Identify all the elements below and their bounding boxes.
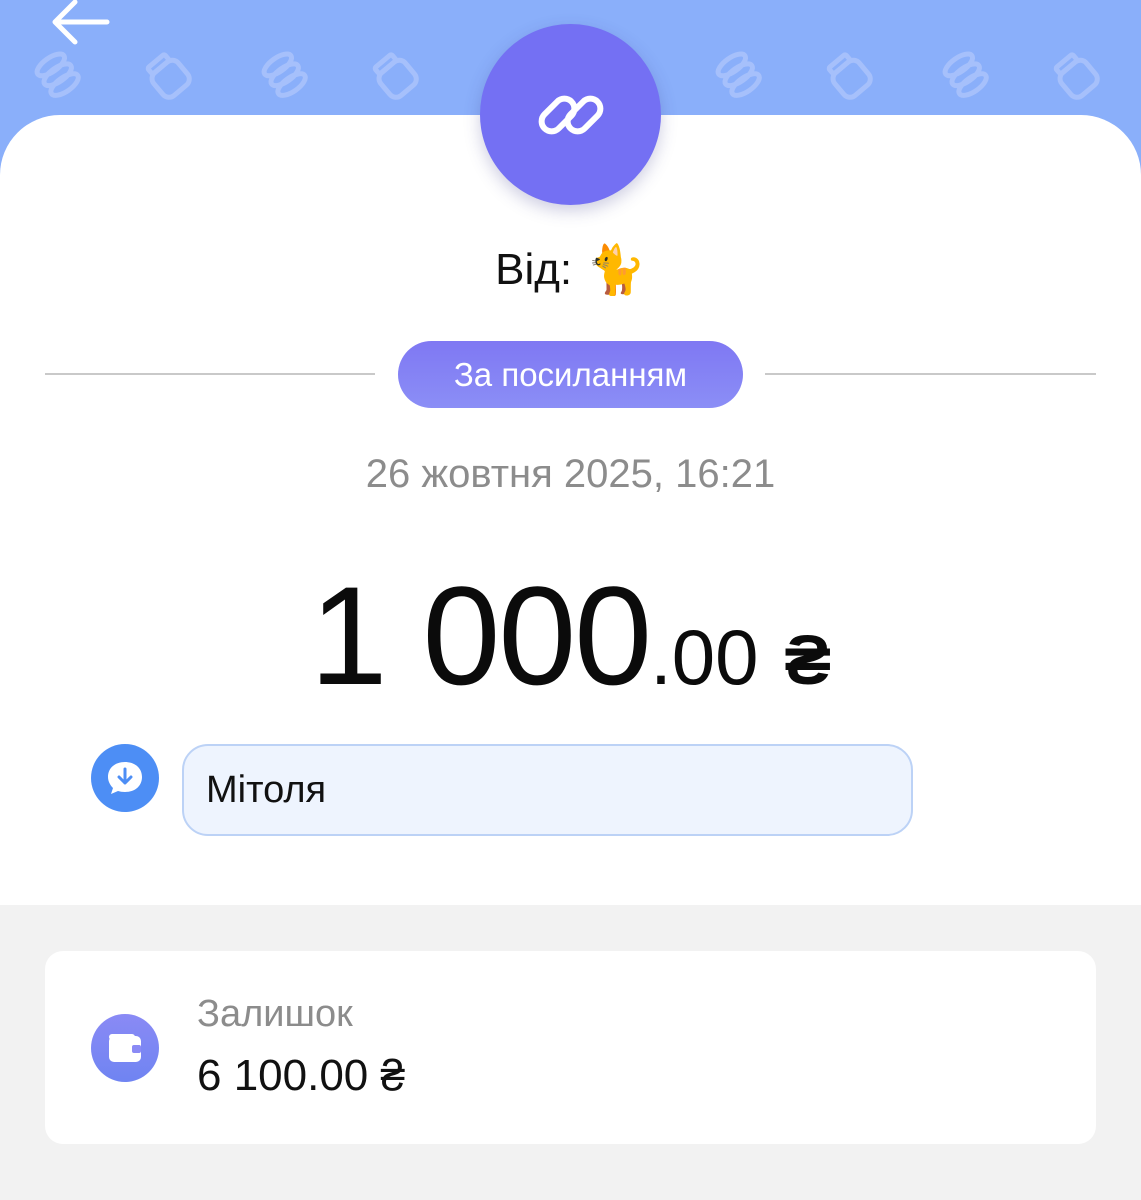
coins-icon <box>715 51 762 98</box>
comment-download-icon <box>91 744 159 812</box>
transaction-amount: 1 000 .00 ₴ <box>0 555 1141 714</box>
link-icon <box>538 95 603 134</box>
jar-icon <box>145 52 192 100</box>
divider-left <box>45 373 375 375</box>
sender-label: Від: <box>495 245 573 294</box>
coins-icon <box>261 51 308 98</box>
speech-bubble-icon <box>108 762 142 794</box>
amount-currency: ₴ <box>784 621 832 699</box>
transaction-comment: Мітоля <box>182 744 913 836</box>
transaction-details-screen: Від: 🐈 За посиланням 26 жовтня 2025, 16:… <box>0 0 1141 1200</box>
arrow-left-icon <box>52 0 110 45</box>
sender-row: Від: 🐈 <box>0 238 1141 302</box>
amount-integer: 1 000 <box>309 557 652 714</box>
coins-icon <box>34 51 81 98</box>
transaction-type-avatar <box>480 24 661 205</box>
sender-emoji: 🐈 <box>586 242 646 298</box>
coins-icon <box>942 51 989 98</box>
back-button[interactable] <box>40 0 120 52</box>
comment-text: Мітоля <box>206 768 327 811</box>
divider-right <box>765 373 1096 375</box>
balance-card: Залишок 6 100.00 ₴ <box>45 951 1096 1144</box>
jar-icon <box>372 52 419 100</box>
balance-value: 6 100.00 ₴ <box>197 1051 405 1100</box>
jar-icon <box>826 52 873 100</box>
transaction-datetime: 26 жовтня 2025, 16:21 <box>365 452 776 496</box>
amount-decimal: .00 <box>650 613 759 701</box>
jar-icon <box>1053 52 1100 100</box>
wallet-icon <box>91 1014 159 1082</box>
transaction-type-badge: За посиланням <box>398 341 743 408</box>
balance-label: Залишок <box>197 993 353 1035</box>
